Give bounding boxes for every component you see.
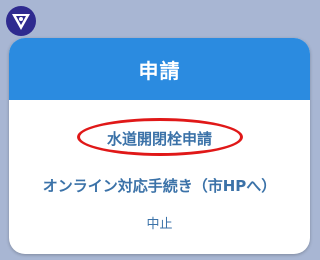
application-dialog: 申請 水道開閉栓申請 オンライン対応手続き（市HPへ） 中止 — [9, 38, 310, 254]
city-emblem-icon — [6, 6, 36, 36]
dialog-header: 申請 — [9, 38, 310, 100]
dialog-title: 申請 — [138, 58, 181, 83]
online-procedure-link[interactable]: オンライン対応手続き（市HPへ） — [9, 175, 310, 196]
cancel-button[interactable]: 中止 — [9, 213, 310, 232]
water-open-close-application-button[interactable]: 水道開閉栓申請 — [9, 128, 310, 149]
